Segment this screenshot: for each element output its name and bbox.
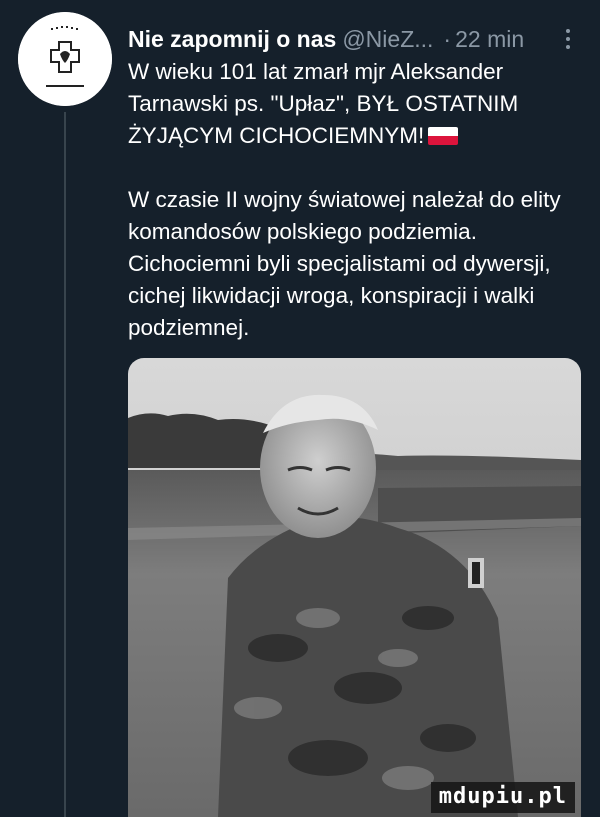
author-name[interactable]: Nie zapomnij o nas <box>128 26 336 53</box>
tweet-text-paragraph-1: W wieku 101 lat zmarł mjr Aleksander Tar… <box>128 56 584 152</box>
photo-image <box>128 358 581 817</box>
author-handle[interactable]: @NieZ... <box>342 26 433 53</box>
avatar-logo-icon <box>18 12 112 106</box>
more-options-icon[interactable] <box>560 24 576 54</box>
tweet-text-line-1: W wieku 101 lat zmarł mjr Aleksander Tar… <box>128 59 519 148</box>
poland-flag-icon <box>428 127 459 145</box>
thread-line <box>64 112 66 817</box>
avatar[interactable] <box>18 12 112 106</box>
tweet-text: W wieku 101 lat zmarł mjr Aleksander Tar… <box>128 56 584 344</box>
tweet-photo[interactable]: mdupiu.pl <box>128 358 581 817</box>
tweet-header: Nie zapomnij o nas @NieZ... · 22 min <box>128 22 576 56</box>
watermark: mdupiu.pl <box>430 782 575 813</box>
tweet-timestamp[interactable]: 22 min <box>455 26 524 53</box>
tweet[interactable]: Nie zapomnij o nas @NieZ... · 22 min W w… <box>0 0 600 817</box>
separator-dot: · <box>443 25 452 52</box>
tweet-text-paragraph-2: W czasie II wojny światowej należał do e… <box>128 187 561 340</box>
